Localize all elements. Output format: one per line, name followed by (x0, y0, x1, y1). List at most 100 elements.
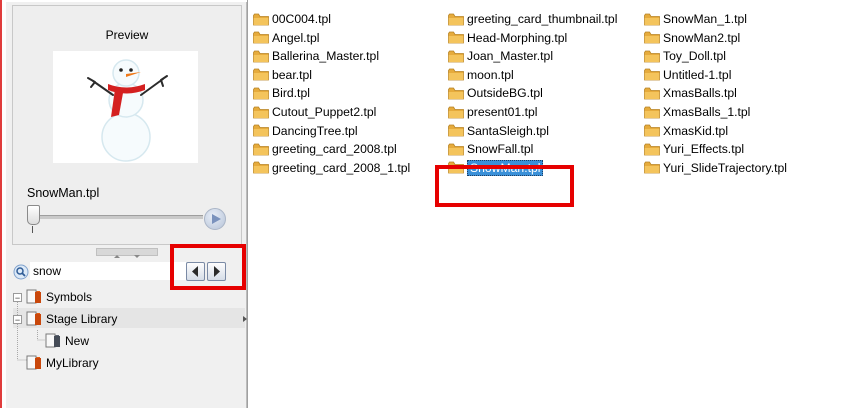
library-icon (26, 289, 41, 304)
file-item[interactable]: SnowFall.tpl (448, 141, 533, 157)
preview-title: Preview (105, 28, 149, 42)
folder-icon (644, 31, 660, 44)
file-item[interactable]: DancingTree.tpl (253, 123, 358, 139)
folder-icon (644, 143, 660, 156)
file-item-label: Toy_Doll.tpl (663, 49, 726, 64)
file-item[interactable]: SnowMan2.tpl (644, 30, 740, 46)
folder-icon (644, 87, 660, 100)
search-icon (13, 264, 29, 280)
tree-item-label: Stage Library (46, 312, 118, 326)
file-item[interactable]: SantaSleigh.tpl (448, 123, 549, 139)
file-item[interactable]: moon.tpl (448, 67, 514, 83)
file-item[interactable]: Yuri_Effects.tpl (644, 141, 744, 157)
highlight-selected-file (435, 165, 574, 207)
file-item[interactable]: XmasBalls_1.tpl (644, 104, 750, 120)
file-item[interactable]: XmasKid.tpl (644, 123, 728, 139)
file-item-label: 00C004.tpl (272, 12, 331, 26)
folder-icon (253, 31, 269, 44)
folder-icon (253, 68, 269, 81)
file-item[interactable]: Bird.tpl (253, 85, 310, 101)
folder-icon (253, 143, 269, 156)
file-item-label: SnowFall.tpl (467, 142, 534, 157)
expand-toggle[interactable]: − (13, 314, 22, 324)
folder-icon (644, 13, 660, 25)
file-item-label: greeting_card_thumbnail.tpl (467, 12, 618, 26)
left-panel: Preview SnowMan.tpl snow − Symbols − Sta… (6, 2, 247, 408)
file-item[interactable]: SnowMan_1.tpl (644, 11, 747, 27)
folder-icon (253, 124, 269, 137)
window-edge (0, 0, 2, 408)
file-item[interactable]: greeting_card_2008_1.tpl (253, 160, 410, 176)
file-item-label: present01.tpl (467, 105, 538, 119)
file-item[interactable]: Untitled-1.tpl (644, 67, 731, 83)
file-item-label: XmasKid.tpl (663, 123, 729, 138)
folder-icon (448, 13, 464, 25)
file-item-label: Head-Morphing.tpl (467, 30, 568, 45)
playback-slider-thumb[interactable] (27, 205, 40, 225)
preview-file-name: SnowMan.tpl (27, 186, 100, 200)
folder-icon (644, 50, 660, 63)
folder-icon (448, 124, 464, 137)
folder-icon (448, 87, 464, 100)
folder-icon (253, 50, 269, 63)
file-item-label: OutsideBG.tpl (467, 86, 543, 101)
file-item-label: SnowMan2.tpl (663, 30, 741, 45)
file-item-label: Bird.tpl (272, 86, 310, 101)
expand-toggle[interactable]: − (13, 292, 22, 302)
file-item-label: DancingTree.tpl (272, 123, 358, 138)
folder-icon (644, 161, 660, 174)
tree-item-label: New (65, 334, 90, 348)
snowman-preview-image (53, 51, 198, 163)
file-item-label: Angel.tpl (272, 30, 320, 45)
file-item-label: XmasBalls.tpl (663, 86, 737, 101)
tree-item-mylibrary[interactable]: MyLibrary (26, 353, 99, 373)
tree-item-new[interactable]: New (45, 331, 89, 351)
library-icon (26, 311, 41, 326)
file-item-label: SantaSleigh.tpl (467, 123, 549, 138)
folder-icon (448, 50, 464, 63)
folder-icon (644, 68, 660, 81)
file-item[interactable]: Cutout_Puppet2.tpl (253, 104, 376, 120)
file-item-label: greeting_card_2008_1.tpl (272, 160, 411, 175)
panel-splitter[interactable] (96, 248, 158, 258)
file-item-label: Ballerina_Master.tpl (272, 49, 380, 64)
folder-icon (253, 161, 269, 174)
folder-icon (253, 87, 269, 100)
file-item[interactable]: greeting_card_thumbnail.tpl (448, 11, 617, 27)
folder-icon (448, 143, 464, 156)
library-search-input[interactable] (30, 262, 186, 280)
file-item[interactable]: present01.tpl (448, 104, 537, 120)
preview-panel: Preview SnowMan.tpl (12, 5, 242, 245)
folder-icon (448, 68, 464, 81)
play-button[interactable] (204, 208, 226, 230)
playback-slider-track[interactable] (33, 215, 203, 219)
file-item[interactable]: XmasBalls.tpl (644, 85, 737, 101)
tree-item-label: MyLibrary (46, 356, 99, 370)
file-item[interactable]: Ballerina_Master.tpl (253, 48, 379, 64)
tree-item-symbols[interactable]: − Symbols (13, 287, 92, 307)
file-item-label: SnowMan_1.tpl (663, 12, 748, 26)
file-item-label: Yuri_Effects.tpl (663, 142, 745, 157)
folder-icon (253, 106, 269, 118)
folder-icon (448, 31, 464, 44)
file-item-label: moon.tpl (467, 67, 514, 82)
file-item[interactable]: Head-Morphing.tpl (448, 30, 567, 46)
file-item[interactable]: Joan_Master.tpl (448, 48, 553, 64)
folder-icon (448, 106, 464, 118)
folder-icon (253, 13, 269, 25)
file-item[interactable]: 00C004.tpl (253, 11, 331, 27)
library-icon (26, 355, 41, 370)
file-item[interactable]: Angel.tpl (253, 30, 319, 46)
file-item-label: greeting_card_2008.tpl (272, 142, 397, 157)
file-item[interactable]: greeting_card_2008.tpl (253, 141, 397, 157)
slider-tick (32, 226, 33, 233)
file-item-label: Yuri_SlideTrajectory.tpl (663, 160, 787, 175)
library-icon (45, 333, 60, 348)
file-item-label: bear.tpl (272, 67, 312, 82)
file-item[interactable]: bear.tpl (253, 67, 312, 83)
file-item[interactable]: Yuri_SlideTrajectory.tpl (644, 160, 787, 176)
file-item[interactable]: OutsideBG.tpl (448, 85, 543, 101)
file-item-label: XmasBalls_1.tpl (663, 105, 751, 119)
tree-item-stage-library[interactable]: − Stage Library (13, 309, 117, 329)
file-item[interactable]: Toy_Doll.tpl (644, 48, 726, 64)
